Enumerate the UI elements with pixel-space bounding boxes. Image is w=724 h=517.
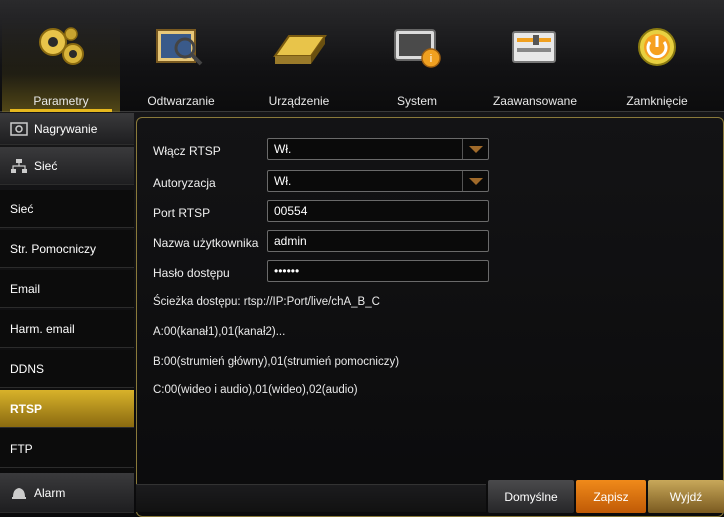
tab-label: Urządzenie xyxy=(268,94,330,108)
hard-drive-icon xyxy=(273,35,327,64)
chevron-down-icon[interactable] xyxy=(462,171,488,191)
password-input[interactable]: •••••• xyxy=(267,260,489,282)
tab-odtwarzanie[interactable]: Odtwarzanie xyxy=(122,18,240,112)
authorization-label: Autoryzacja xyxy=(153,176,216,190)
sidebar-item-label: DDNS xyxy=(10,361,45,376)
tab-system[interactable]: i System xyxy=(358,18,476,112)
chevron-down-icon[interactable] xyxy=(462,139,488,159)
tab-zamkniecie[interactable]: Zamknięcie xyxy=(598,18,716,112)
sidebar-item-label: Str. Pomocniczy xyxy=(10,241,97,256)
enable-rtsp-value: Wł. xyxy=(274,142,292,156)
access-path-text: Ścieżka dostępu: rtsp://IP:Port/live/chA… xyxy=(153,296,380,308)
sidebar-item-label: RTSP xyxy=(10,401,43,416)
main-toolbar: Parametry Odtwarzanie Urządzenie i Syste… xyxy=(0,0,724,112)
media-info-text: C:00(wideo i audio),01(wideo),02(audio) xyxy=(153,384,358,396)
alarm-bell-icon xyxy=(12,487,26,499)
save-button[interactable]: Zapisz xyxy=(576,480,646,513)
tab-parametry[interactable]: Parametry xyxy=(2,18,120,112)
advanced-settings-icon xyxy=(512,31,556,63)
sidebar-item-ddns[interactable]: DDNS xyxy=(0,350,134,388)
username-label: Nazwa użytkownika xyxy=(153,236,259,250)
playback-search-icon xyxy=(156,29,203,66)
username-value: admin xyxy=(274,234,307,248)
tab-label: Parametry xyxy=(33,94,89,108)
tab-zaawansowane[interactable]: Zaawansowane xyxy=(476,18,594,112)
tab-label: Zaawansowane xyxy=(492,94,578,108)
sidebar-group-nagrywanie[interactable]: Nagrywanie xyxy=(0,113,134,145)
authorization-select[interactable]: Wł. xyxy=(267,170,489,192)
stream-info-text: B:00(strumień główny),01(strumień pomocn… xyxy=(153,356,400,368)
default-button[interactable]: Domyślne xyxy=(488,480,574,513)
tab-label: System xyxy=(396,94,437,108)
enable-rtsp-label: Włącz RTSP xyxy=(153,144,221,158)
port-label: Port RTSP xyxy=(153,206,211,220)
sidebar-item-siec[interactable]: Sieć xyxy=(0,190,134,228)
sidebar-item-harm-email[interactable]: Harm. email xyxy=(0,310,134,348)
tab-urzadzenie[interactable]: Urządzenie xyxy=(240,18,358,112)
gears-icon xyxy=(39,27,84,65)
sidebar-item-label: Alarm xyxy=(34,485,66,500)
footer-strip xyxy=(136,484,486,512)
sidebar-item-email[interactable]: Email xyxy=(0,270,134,308)
sidebar-item-ftp[interactable]: FTP xyxy=(0,430,134,468)
authorization-value: Wł. xyxy=(274,174,292,188)
enable-rtsp-select[interactable]: Wł. xyxy=(267,138,489,160)
exit-button[interactable]: Wyjdź xyxy=(648,480,724,513)
recording-icon xyxy=(10,121,28,136)
tab-label: Zamknięcie xyxy=(626,94,688,108)
svg-text:i: i xyxy=(430,53,432,65)
settings-sidebar: Nagrywanie Sieć Sieć Str. Pomocniczy Ema… xyxy=(0,113,134,517)
power-icon xyxy=(638,28,676,66)
sidebar-item-label: FTP xyxy=(10,441,33,456)
port-input[interactable]: 00554 xyxy=(267,200,489,222)
sidebar-item-str-pomocniczy[interactable]: Str. Pomocniczy xyxy=(0,230,134,268)
sidebar-item-rtsp[interactable]: RTSP xyxy=(0,390,134,428)
sidebar-item-label: Email xyxy=(10,281,41,296)
port-value: 00554 xyxy=(274,204,308,218)
sidebar-group-siec[interactable]: Sieć xyxy=(0,147,134,185)
sidebar-group-alarm[interactable]: Alarm xyxy=(0,473,134,513)
sidebar-item-label: Nagrywanie xyxy=(34,121,98,136)
dvr-settings-screen: Parametry Odtwarzanie Urządzenie i Syste… xyxy=(0,0,724,517)
password-label: Hasło dostępu xyxy=(153,266,230,280)
password-value: •••••• xyxy=(274,264,300,278)
sidebar-item-label: Sieć xyxy=(34,158,58,173)
rtsp-settings-panel: Włącz RTSP Wł. Autoryzacja Wł. Port RTSP… xyxy=(136,117,724,517)
sidebar-item-label: Sieć xyxy=(10,201,34,216)
channel-info-text: A:00(kanał1),01(kanał2)... xyxy=(153,326,286,338)
username-input[interactable]: admin xyxy=(267,230,489,252)
tab-label: Odtwarzanie xyxy=(147,94,215,108)
network-icon xyxy=(11,158,27,173)
sidebar-item-label: Harm. email xyxy=(10,321,75,336)
system-info-icon: i xyxy=(394,29,441,68)
